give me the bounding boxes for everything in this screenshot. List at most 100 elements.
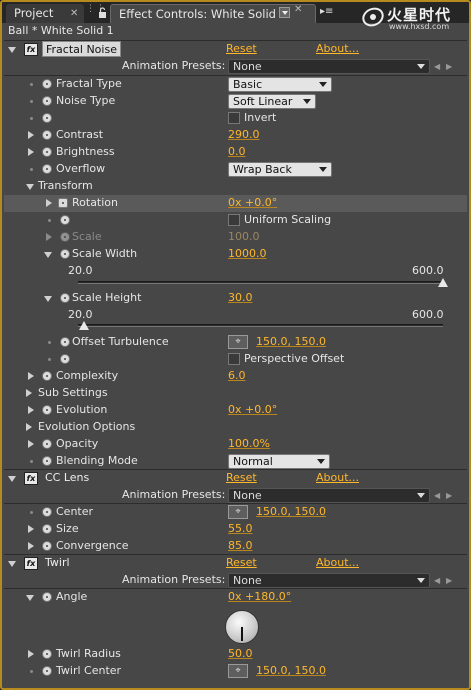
convergence-value[interactable]: 85.0 bbox=[228, 539, 253, 552]
stopwatch-icon[interactable] bbox=[60, 293, 70, 303]
stopwatch-icon[interactable] bbox=[42, 96, 52, 106]
tab-project[interactable]: Project ✕ bbox=[6, 4, 84, 23]
stopwatch-icon[interactable] bbox=[42, 130, 52, 140]
stopwatch-icon[interactable] bbox=[42, 113, 52, 123]
effect-name-fractal-noise[interactable]: Fractal Noise bbox=[42, 41, 121, 57]
effect-header-fractal-noise[interactable]: fx Fractal Noise Reset About... bbox=[4, 41, 467, 58]
stopwatch-icon[interactable] bbox=[60, 215, 70, 225]
rotation-value[interactable]: 0x +0.0° bbox=[228, 196, 277, 209]
collapse-arrow-icon[interactable] bbox=[44, 252, 52, 258]
expand-arrow-icon[interactable] bbox=[28, 525, 34, 533]
close-icon[interactable]: ✕ bbox=[294, 4, 302, 15]
expand-arrow-icon[interactable] bbox=[28, 440, 34, 448]
crosshair-icon[interactable]: ⌖ bbox=[228, 335, 248, 349]
perspective-offset-checkbox[interactable] bbox=[228, 353, 240, 365]
blending-mode-dropdown[interactable]: Normal bbox=[228, 454, 330, 469]
stopwatch-icon[interactable] bbox=[42, 405, 52, 415]
scale-width-slider[interactable] bbox=[78, 281, 443, 284]
fx-toggle-icon[interactable]: fx bbox=[24, 43, 38, 56]
panel-menu-icon[interactable]: ▸≡ bbox=[320, 6, 333, 17]
stopwatch-icon[interactable] bbox=[42, 147, 52, 157]
stopwatch-icon[interactable] bbox=[42, 666, 52, 676]
effect-header-cc-lens[interactable]: fx CC Lens Reset About... bbox=[4, 470, 467, 487]
opacity-value[interactable]: 100.0% bbox=[228, 437, 270, 450]
center-value[interactable]: 150.0, 150.0 bbox=[256, 505, 326, 518]
stopwatch-icon[interactable] bbox=[42, 439, 52, 449]
expand-arrow-icon[interactable] bbox=[26, 389, 32, 397]
uniform-scaling-checkbox[interactable] bbox=[228, 214, 240, 226]
collapse-arrow-icon[interactable] bbox=[8, 476, 16, 482]
expand-arrow-icon[interactable] bbox=[28, 650, 34, 658]
fractal-type-dropdown[interactable]: Basic bbox=[228, 77, 332, 92]
prev-preset-icon[interactable]: ◀ bbox=[434, 62, 440, 71]
stopwatch-icon[interactable] bbox=[42, 649, 52, 659]
stopwatch-icon[interactable] bbox=[42, 371, 52, 381]
stopwatch-icon[interactable] bbox=[42, 541, 52, 551]
noise-type-dropdown[interactable]: Soft Linear bbox=[228, 94, 316, 109]
next-preset-icon[interactable]: ▶ bbox=[446, 62, 452, 71]
expand-arrow-icon[interactable] bbox=[28, 406, 34, 414]
stopwatch-icon[interactable] bbox=[60, 249, 70, 259]
next-preset-icon[interactable]: ▶ bbox=[446, 491, 452, 500]
stopwatch-icon[interactable] bbox=[42, 79, 52, 89]
stopwatch-icon[interactable] bbox=[60, 354, 70, 364]
brightness-value[interactable]: 0.0 bbox=[228, 145, 246, 158]
fx-toggle-icon[interactable]: fx bbox=[24, 557, 38, 570]
expand-arrow-icon[interactable] bbox=[28, 131, 34, 139]
animation-presets-dropdown[interactable]: None bbox=[228, 573, 430, 588]
stopwatch-icon[interactable] bbox=[60, 337, 70, 347]
expand-arrow-icon[interactable] bbox=[26, 423, 32, 431]
stopwatch-icon[interactable] bbox=[42, 524, 52, 534]
scale-height-slider-thumb[interactable] bbox=[79, 321, 90, 330]
overflow-dropdown[interactable]: Wrap Back bbox=[228, 162, 332, 177]
offset-turbulence-value[interactable]: 150.0, 150.0 bbox=[256, 335, 326, 348]
expand-arrow-icon[interactable] bbox=[28, 542, 34, 550]
expand-arrow-icon[interactable] bbox=[28, 372, 34, 380]
twirl-radius-value[interactable]: 50.0 bbox=[228, 647, 253, 660]
about-button[interactable]: About... bbox=[316, 42, 359, 55]
collapse-arrow-icon[interactable] bbox=[8, 561, 16, 567]
evolution-value[interactable]: 0x +0.0° bbox=[228, 403, 277, 416]
stopwatch-icon[interactable] bbox=[42, 164, 52, 174]
collapse-arrow-icon[interactable] bbox=[26, 184, 34, 190]
prev-preset-icon[interactable]: ◀ bbox=[434, 576, 440, 585]
complexity-value[interactable]: 6.0 bbox=[228, 369, 246, 382]
close-icon[interactable]: ✕ bbox=[70, 4, 78, 23]
scale-width-value[interactable]: 1000.0 bbox=[228, 247, 267, 260]
expand-arrow-icon[interactable] bbox=[46, 199, 52, 207]
collapse-arrow-icon[interactable] bbox=[44, 296, 52, 302]
stopwatch-icon[interactable] bbox=[58, 198, 68, 208]
invert-checkbox[interactable] bbox=[228, 112, 240, 124]
stopwatch-icon[interactable] bbox=[42, 592, 52, 602]
collapse-arrow-icon[interactable] bbox=[26, 595, 34, 601]
scale-height-value[interactable]: 30.0 bbox=[228, 291, 253, 304]
scale-height-slider[interactable] bbox=[78, 324, 443, 327]
effect-name-twirl[interactable]: Twirl bbox=[42, 555, 73, 571]
reset-button[interactable]: Reset bbox=[226, 556, 257, 569]
size-value[interactable]: 55.0 bbox=[228, 522, 253, 535]
stopwatch-icon[interactable] bbox=[42, 507, 52, 517]
angle-dial[interactable] bbox=[225, 610, 259, 644]
scale-width-slider-thumb[interactable] bbox=[438, 278, 448, 287]
about-button[interactable]: About... bbox=[316, 556, 359, 569]
animation-presets-dropdown[interactable]: None bbox=[228, 488, 430, 503]
reset-button[interactable]: Reset bbox=[226, 471, 257, 484]
reset-button[interactable]: Reset bbox=[226, 42, 257, 55]
panel-grip-icon[interactable]: ⋮⋮ bbox=[86, 5, 105, 18]
twirl-center-value[interactable]: 150.0, 150.0 bbox=[256, 664, 326, 677]
lock-icon[interactable] bbox=[98, 7, 107, 18]
stopwatch-icon[interactable] bbox=[42, 456, 52, 466]
crosshair-icon[interactable]: ⌖ bbox=[228, 664, 248, 678]
layer-menu-arrow-icon[interactable] bbox=[279, 7, 290, 18]
angle-value[interactable]: 0x +180.0° bbox=[228, 590, 291, 603]
prev-preset-icon[interactable]: ◀ bbox=[434, 491, 440, 500]
expand-arrow-icon[interactable] bbox=[28, 148, 34, 156]
collapse-arrow-icon[interactable] bbox=[8, 47, 16, 53]
about-button[interactable]: About... bbox=[316, 471, 359, 484]
crosshair-icon[interactable]: ⌖ bbox=[228, 505, 248, 519]
animation-presets-dropdown[interactable]: None bbox=[228, 59, 430, 74]
next-preset-icon[interactable]: ▶ bbox=[446, 576, 452, 585]
effect-name-cc-lens[interactable]: CC Lens bbox=[42, 470, 92, 486]
contrast-value[interactable]: 290.0 bbox=[228, 128, 260, 141]
effect-header-twirl[interactable]: fx Twirl Reset About... bbox=[4, 555, 467, 572]
